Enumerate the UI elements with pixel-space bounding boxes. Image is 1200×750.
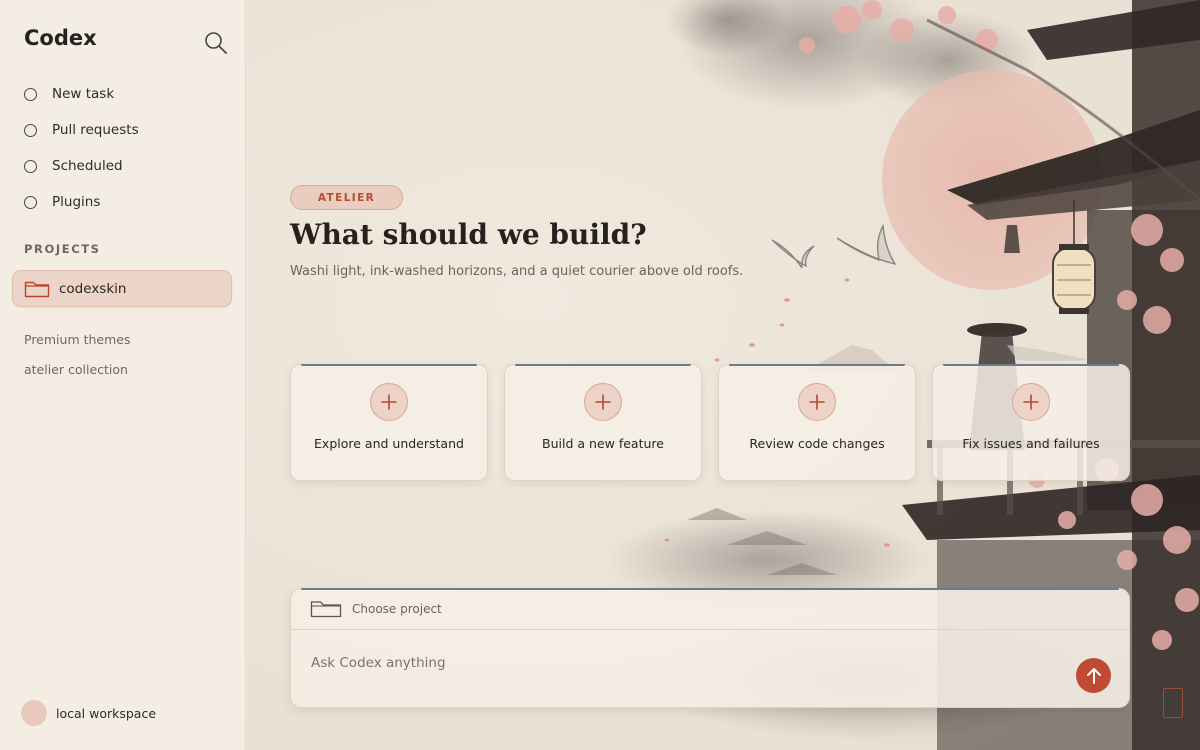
folder-icon (310, 601, 342, 618)
composer: Choose project (290, 588, 1130, 708)
choose-project-button[interactable]: Choose project (291, 589, 1129, 630)
card-review-code-changes[interactable]: Review code changes (718, 364, 916, 481)
avatar (21, 700, 47, 726)
sidebar: Codex New task Pull requests Scheduled P… (0, 0, 246, 750)
arrow-up-icon (1086, 667, 1101, 684)
workspace-label: local workspace (56, 705, 157, 721)
circle-icon (24, 123, 37, 137)
sidebar-item-scheduled[interactable]: Scheduled (24, 148, 224, 184)
projects-heading: PROJECTS (24, 242, 101, 256)
card-build-a-new-feature[interactable]: Build a new feature (504, 364, 702, 481)
sidebar-item-plugins[interactable]: Plugins (24, 184, 224, 220)
sidebar-item-label: Scheduled (52, 158, 123, 174)
theme-badge: ATELIER (290, 185, 403, 210)
send-button[interactable] (1076, 658, 1111, 693)
suggestion-cards: Explore and understand Build a new featu… (290, 364, 1130, 481)
search-icon (205, 32, 227, 54)
sidebar-item-pull-requests[interactable]: Pull requests (24, 112, 224, 148)
birds (771, 223, 897, 269)
sidebar-item-new-task[interactable]: New task (24, 76, 224, 112)
seal-stamp (1163, 688, 1183, 718)
project-item-codexskin[interactable]: codexskin (12, 270, 232, 307)
search-button[interactable] (203, 30, 229, 56)
folder-icon (24, 281, 50, 297)
plus-icon (1012, 383, 1050, 421)
prompt-input[interactable] (311, 651, 1011, 675)
circle-icon (24, 195, 37, 209)
plus-icon (798, 383, 836, 421)
card-label: Explore and understand (314, 436, 464, 451)
atelier-collection-link[interactable]: atelier collection (24, 362, 128, 377)
workspace-switcher[interactable]: local workspace (21, 700, 156, 726)
app-title: Codex (24, 26, 97, 50)
sidebar-item-label: Plugins (52, 194, 101, 210)
main-panel: ATELIER What should we build? Washi ligh… (247, 0, 1200, 750)
plus-icon (584, 383, 622, 421)
page-title: What should we build? (290, 218, 647, 251)
premium-themes-link[interactable]: Premium themes (24, 332, 131, 347)
card-explore-and-understand[interactable]: Explore and understand (290, 364, 488, 481)
sidebar-item-label: Pull requests (52, 122, 139, 138)
card-label: Review code changes (749, 436, 885, 451)
circle-icon (24, 87, 37, 101)
sidebar-nav: New task Pull requests Scheduled Plugins (24, 76, 224, 220)
circle-icon (24, 159, 37, 173)
card-fix-issues-and-failures[interactable]: Fix issues and failures (932, 364, 1130, 481)
page-subtitle: Washi light, ink-washed horizons, and a … (290, 264, 744, 279)
sidebar-item-label: New task (52, 86, 115, 102)
choose-project-label: Choose project (352, 602, 442, 616)
card-label: Build a new feature (542, 436, 664, 451)
card-label: Fix issues and failures (962, 436, 1100, 451)
project-label: codexskin (59, 280, 127, 297)
plus-icon (370, 383, 408, 421)
